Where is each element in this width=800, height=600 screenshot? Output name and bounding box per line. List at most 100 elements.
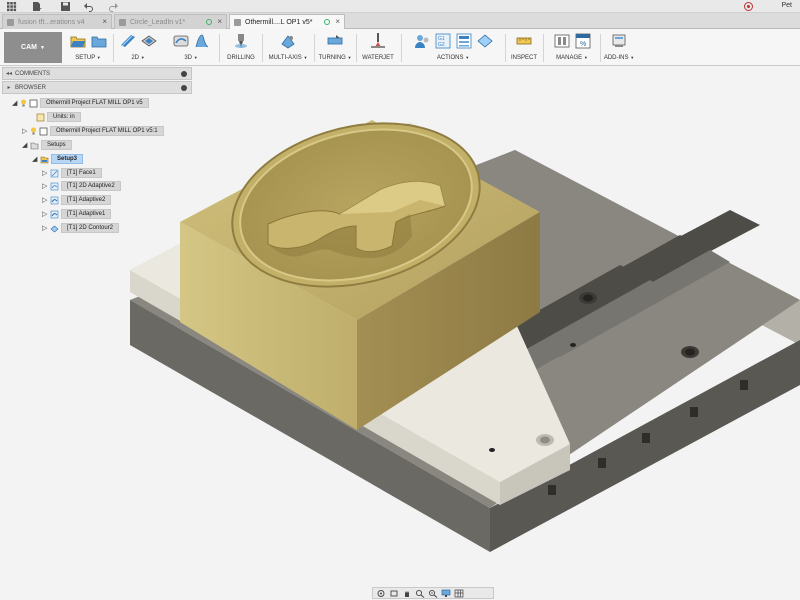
display-settings-icon[interactable] [441, 589, 451, 598]
tree-root[interactable]: ◢ Othermill Project FLAT MILL OP1 v5 [12, 97, 149, 109]
tab-othermill[interactable]: Othermill....L OP1 v5* × [229, 14, 345, 30]
expand-triangle-icon[interactable]: ▷ [42, 182, 50, 190]
tree-setups[interactable]: ◢ Setups [22, 139, 72, 151]
grid-icon[interactable] [6, 1, 17, 12]
tab-label: fusion tft...erations v4 [18, 18, 85, 26]
collapse-triangle-icon[interactable]: ◢ [12, 99, 20, 107]
browser-panel-bar[interactable]: ▸ BROWSER [2, 81, 192, 94]
collapse-icon[interactable]: ▸ [3, 84, 15, 91]
zoom-icon[interactable] [415, 589, 425, 598]
pin-icon[interactable] [181, 71, 187, 77]
close-icon[interactable]: × [102, 17, 107, 26]
operation-label: [T1] 2D Contour2 [61, 223, 120, 233]
setup-icon[interactable] [69, 32, 87, 50]
group-label: 3D [184, 55, 193, 61]
chevron-down-icon: ▼ [96, 55, 101, 60]
document-icon [119, 18, 126, 26]
turning-icon[interactable] [326, 32, 344, 50]
comments-panel-bar[interactable]: ◂◂ COMMENTS [2, 67, 192, 80]
close-icon[interactable]: × [335, 17, 340, 26]
tree-setup3[interactable]: ◢ Setup3 [32, 153, 84, 165]
workspace-switcher[interactable]: CAM ▼ [4, 32, 62, 63]
toolbar-divider [314, 34, 315, 62]
save-icon[interactable] [60, 1, 71, 12]
3d-adaptive-icon [50, 210, 59, 219]
orbit-icon[interactable] [376, 589, 386, 598]
operation-face1[interactable]: ▷ [T1] Face1 [42, 167, 102, 179]
tab-circle-leadin[interactable]: Circle_LeadIn v1* × [114, 14, 227, 29]
operation-2d-adaptive2[interactable]: ▷ [T1] 2D Adaptive2 [42, 180, 121, 192]
collapse-triangle-icon[interactable]: ◢ [32, 155, 40, 163]
waterjet-icon[interactable] [369, 32, 387, 50]
grid-settings-icon[interactable] [454, 589, 464, 598]
drill-icon[interactable] [232, 32, 250, 50]
svg-text:G2: G2 [438, 42, 445, 48]
cam-model-scene[interactable] [0, 66, 800, 586]
group-label: MULTI-AXIS [268, 55, 302, 61]
operation-2d-contour2[interactable]: ▷ [T1] 2D Contour2 [42, 222, 120, 234]
pin-icon[interactable] [181, 85, 187, 91]
3d-adaptive-icon[interactable] [172, 32, 190, 50]
generate-icon[interactable] [476, 32, 494, 50]
simulate-icon[interactable] [413, 32, 431, 50]
multi-axis-group[interactable]: MULTI-AXIS ▼ [264, 32, 312, 65]
2d-pocket-icon[interactable] [140, 32, 158, 50]
actions-group[interactable]: G1 G2 ACTIONS ▼ [403, 32, 503, 65]
turning-group[interactable]: TURNING ▼ [316, 32, 354, 65]
chevron-down-icon: ▼ [347, 55, 352, 60]
group-label: 2D [131, 55, 140, 61]
tab-fusion-tft[interactable]: fusion tft...erations v4 × [2, 14, 112, 29]
add-ins-group[interactable]: ADD-INS ▼ [602, 32, 636, 65]
2d-group[interactable]: 2D ▼ [115, 32, 161, 65]
expand-triangle-icon[interactable]: ▷ [42, 169, 50, 177]
waterjet-group[interactable]: WATERJET [358, 32, 398, 65]
measure-icon[interactable] [515, 32, 533, 50]
chevron-down-icon: ▼ [193, 55, 198, 60]
post-process-icon[interactable]: G1 G2 [434, 32, 452, 50]
expand-triangle-icon[interactable]: ▷ [22, 127, 30, 135]
expand-triangle-icon[interactable]: ▷ [42, 196, 50, 204]
setup-group[interactable]: SETUP ▼ [64, 32, 112, 65]
drilling-group[interactable]: DRILLING [222, 32, 260, 65]
visibility-bulb-icon[interactable] [30, 127, 37, 135]
operation-label: [T1] Adaptive1 [61, 209, 112, 219]
chevron-down-icon: ▼ [303, 55, 308, 60]
pan-icon[interactable] [402, 589, 412, 598]
model-viewport[interactable] [0, 66, 800, 586]
document-tabs: fusion tft...erations v4 × Circle_LeadIn… [0, 13, 800, 30]
multi-axis-icon[interactable] [279, 32, 297, 50]
expand-triangle-icon[interactable]: ▷ [42, 210, 50, 218]
redo-icon[interactable] [108, 1, 119, 12]
expand-triangle-icon[interactable]: ▷ [42, 224, 50, 232]
operation-adaptive1[interactable]: ▷ [T1] Adaptive1 [42, 208, 112, 220]
record-icon[interactable] [744, 2, 753, 11]
toolbar-divider [356, 34, 357, 62]
undo-icon[interactable] [83, 1, 94, 12]
expand-icon[interactable]: ◂◂ [3, 70, 15, 77]
tree-component[interactable]: ▷ Othermill Project FLAT MILL OP1 v5:1 [22, 125, 164, 137]
group-label: ADD-INS [603, 55, 629, 61]
profile-label[interactable]: Pet [781, 2, 792, 9]
application-bar: Pet [0, 0, 800, 13]
3d-group[interactable]: 3D ▼ [168, 32, 214, 65]
tool-library-icon[interactable] [553, 32, 571, 50]
template-icon[interactable]: % [574, 32, 592, 50]
inspect-group[interactable]: INSPECT [507, 32, 541, 65]
group-label: SETUP [75, 55, 96, 61]
3d-contour-icon[interactable] [193, 32, 211, 50]
file-icon[interactable] [31, 1, 42, 12]
look-at-icon[interactable] [389, 589, 399, 598]
operation-adaptive2[interactable]: ▷ [T1] Adaptive2 [42, 194, 112, 206]
close-icon[interactable]: × [217, 17, 222, 26]
setup-sheet-icon[interactable] [455, 32, 473, 50]
tree-units[interactable]: Units: in [36, 111, 81, 123]
toolbar-divider [219, 34, 220, 62]
visibility-bulb-icon[interactable] [20, 99, 27, 107]
2d-adaptive-icon[interactable] [119, 32, 137, 50]
folder-open-icon[interactable] [90, 32, 108, 50]
fit-icon[interactable] [428, 589, 438, 598]
svg-text:%: % [580, 41, 586, 48]
collapse-triangle-icon[interactable]: ◢ [22, 141, 30, 149]
add-ins-icon[interactable] [610, 32, 628, 50]
manage-group[interactable]: % MANAGE ▼ [546, 32, 598, 65]
